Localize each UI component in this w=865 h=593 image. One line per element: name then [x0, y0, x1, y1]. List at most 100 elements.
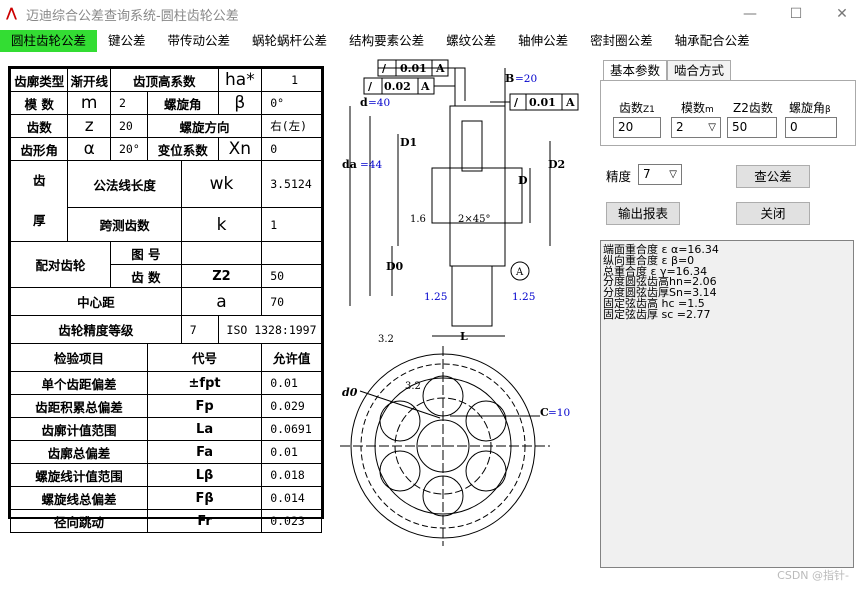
roughness-3-2-bottom: 3.2 — [378, 334, 394, 345]
gear-parameter-table: 齿廓类型 渐开线 齿顶高系数 ha* 1 模 数 m 2 螺旋角 β 0° 齿数… — [8, 66, 324, 533]
check-item-name: 齿廓总偏差 — [10, 440, 148, 464]
roughness-right-value: 1.25 — [512, 291, 535, 303]
precision-label: 精度 — [606, 169, 632, 184]
app-logo-icon: ⋀ — [6, 6, 17, 21]
roughness-1-6: 1.6 — [410, 214, 426, 225]
z2-input[interactable]: 50 — [727, 117, 777, 138]
close-button[interactable]: 关闭 — [736, 202, 810, 225]
cell-label: 配对齿轮 — [10, 241, 111, 288]
d2-label: D2 — [548, 158, 565, 171]
menu-thread[interactable]: 螺纹公差 — [435, 30, 507, 52]
table-row: 单个齿距偏差 ±fpt 0.01 — [10, 371, 322, 395]
table-row: 螺旋线总偏差 Fβ 0.014 — [10, 486, 322, 510]
datum-a-label: A — [515, 267, 524, 278]
cell-label: 齿轮精度等级 — [10, 315, 182, 344]
precision-select[interactable]: 7 ▽ — [638, 164, 682, 185]
d0-label: D0 — [386, 260, 404, 273]
cell-value: 1 — [261, 68, 322, 92]
b-label: B — [505, 72, 514, 85]
check-item-name: 单个齿距偏差 — [10, 371, 148, 395]
check-item-code: Fβ — [146, 486, 263, 510]
menu-key[interactable]: 键公差 — [97, 30, 157, 52]
module-label-sub: m — [705, 105, 714, 115]
cell-label-top: 齿 — [32, 173, 46, 188]
cell-value: 右(左) — [261, 114, 322, 138]
z2-label: Z2齿数 — [733, 101, 773, 115]
title-bar: ⋀ 迈迪综合公差查询系统-圆柱齿轮公差 — ☐ ✕ — [0, 0, 865, 28]
check-item-code: ±fpt — [146, 371, 263, 395]
menu-structure[interactable]: 结构要素公差 — [338, 30, 435, 52]
check-item-value: 0.023 — [261, 509, 322, 533]
check-item-code: Fa — [146, 440, 263, 464]
check-item-code: La — [146, 417, 263, 441]
z1-label-text: 齿数 — [619, 101, 644, 115]
cell-symbol: Z2 — [180, 264, 263, 288]
export-report-button[interactable]: 输出报表 — [606, 202, 680, 225]
maximize-button[interactable]: ☐ — [773, 0, 819, 28]
module-select[interactable]: 2 ▽ — [671, 117, 721, 138]
result-line: 固定弦齿厚 sc =2.77 — [603, 307, 711, 321]
menu-cylindrical-gear[interactable]: 圆柱齿轮公差 — [0, 30, 98, 52]
check-item-name: 齿距积累总偏差 — [10, 394, 148, 418]
d0-small-label: d0 — [342, 386, 358, 399]
module-label: 模数m — [681, 99, 714, 116]
helix-angle-label-text: 螺旋角 — [789, 101, 826, 115]
table-row: 螺旋线计值范围 Lβ 0.018 — [10, 463, 322, 487]
module-label-text: 模数 — [681, 101, 706, 115]
cell-value: 50 — [261, 264, 322, 288]
cell-value: 3.5124 — [261, 159, 322, 209]
cell-label: 齿顶高系数 — [109, 68, 219, 92]
d-label: d — [360, 96, 368, 109]
tol1-datum: A — [435, 62, 445, 75]
menu-bearing-fit[interactable]: 轴承配合公差 — [664, 30, 761, 52]
close-window-button[interactable]: ✕ — [819, 0, 865, 28]
cell-symbol: z — [67, 114, 111, 138]
cell-symbol: k — [180, 207, 263, 242]
check-item-name: 齿廓计值范围 — [10, 417, 148, 441]
cell-value: 20 — [109, 114, 148, 138]
check-item-value: 0.0691 — [261, 417, 322, 441]
menu-shaft-end[interactable]: 轴伸公差 — [507, 30, 579, 52]
menu-belt[interactable]: 带传动公差 — [157, 30, 242, 52]
cell-value: 0 — [261, 137, 322, 161]
roughness-left-value: 1.25 — [424, 291, 447, 303]
table-row: 齿廓总偏差 Fa 0.01 — [10, 440, 322, 464]
l-label: L — [460, 330, 468, 343]
helix-angle-input[interactable]: 0 — [785, 117, 837, 138]
gear-technical-drawing: ∕ 0.01 A ∕ 0.02 A ∕ 0.01 A B d da D1 D2 … — [340, 59, 579, 546]
column-header: 检验项目 — [10, 343, 148, 372]
cell-symbol: m — [67, 91, 111, 115]
cell-label: 模 数 — [9, 91, 69, 115]
watermark: CSDN @指针- — [777, 569, 849, 582]
tol3-value: 0.01 — [529, 96, 556, 109]
b-value: =20 — [515, 73, 537, 85]
menu-worm[interactable]: 蜗轮蜗杆公差 — [241, 30, 338, 52]
cell-label: 齿廓类型 — [9, 68, 69, 92]
chevron-down-icon: ▽ — [708, 122, 716, 133]
cell-label: 齿形角 — [9, 137, 69, 161]
minimize-button[interactable]: — — [727, 0, 773, 28]
check-item-value: 0.01 — [261, 371, 322, 395]
cell-label: 齿数 — [9, 114, 69, 138]
check-item-value: 0.018 — [261, 463, 322, 487]
table-row: 径向跳动 Fr 0.023 — [10, 509, 322, 533]
tab-basic-params[interactable]: 基本参数 — [603, 60, 668, 81]
table-row: 齿廓计值范围 La 0.0691 — [10, 417, 322, 441]
check-item-name: 径向跳动 — [10, 509, 148, 533]
check-item-code: Fr — [146, 509, 263, 533]
z1-input[interactable]: 20 — [613, 117, 661, 138]
d-value: =40 — [368, 97, 390, 109]
cell-value — [180, 241, 263, 265]
check-item-code: Fp — [146, 394, 263, 418]
cell-label: 中心距 — [10, 287, 182, 316]
results-textarea[interactable]: 端面重合度 ε α=16.34 纵向重合度 ε β=0 总重合度 ε γ=16.… — [600, 240, 854, 568]
cell-value: 1 — [261, 207, 322, 242]
cell-label: 螺旋角 — [146, 91, 219, 115]
column-header: 代号 — [146, 343, 263, 372]
tol2-value: 0.02 — [384, 80, 411, 93]
menu-seal[interactable]: 密封圈公差 — [579, 30, 664, 52]
query-tolerance-button[interactable]: 查公差 — [736, 165, 810, 188]
cell-label: 跨测齿数 — [67, 207, 182, 242]
cell-value — [261, 241, 322, 265]
tab-mesh-mode[interactable]: 啮合方式 — [667, 60, 732, 81]
